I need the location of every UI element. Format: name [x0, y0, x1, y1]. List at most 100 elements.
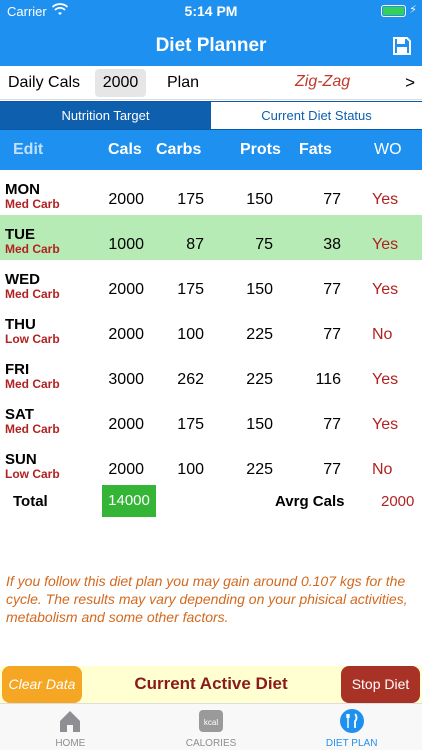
row-fats: 77 — [323, 281, 341, 298]
svg-text:kcal: kcal — [204, 718, 218, 727]
row-day: WED — [5, 271, 40, 288]
row-day: SAT — [5, 406, 34, 423]
row-cals: 2000 — [108, 461, 144, 478]
floppy-disk-icon[interactable] — [392, 36, 412, 56]
tab-label: HOME — [55, 738, 86, 749]
daily-cals-label: Daily Cals — [8, 74, 81, 91]
row-carbs: 175 — [177, 416, 204, 433]
col-wo: WO — [374, 141, 402, 158]
stop-diet-button[interactable]: Stop Diet — [341, 666, 420, 703]
row-carb-type: Med Carb — [5, 377, 60, 391]
clear-data-button[interactable]: Clear Data — [2, 666, 82, 703]
row-carb-type: Med Carb — [5, 422, 60, 436]
row-prots: 150 — [246, 416, 273, 433]
row-fats: 38 — [323, 236, 341, 253]
avg-cals-label: Avrg Cals — [275, 493, 345, 510]
row-fats: 77 — [323, 326, 341, 343]
col-prots: Prots — [240, 141, 281, 158]
tab-nutrition-target[interactable]: Nutrition Target — [0, 102, 211, 129]
edit-button[interactable]: Edit — [13, 141, 43, 159]
row-day: THU — [5, 316, 36, 333]
tab-label: CALORIES — [185, 738, 237, 749]
diet-table: MON Med Carb 2000 175 150 77 Yes TUE Med… — [0, 170, 422, 485]
page-title: Diet Planner — [155, 35, 267, 56]
battery-icon — [381, 5, 406, 17]
col-carbs: Carbs — [156, 141, 202, 158]
settings-row: Daily Cals 2000 Plan Zig-Zag > — [0, 66, 422, 100]
row-day: SUN — [5, 451, 37, 468]
row-carbs: 175 — [177, 191, 204, 208]
col-cals: Cals — [108, 141, 142, 158]
row-carbs: 100 — [177, 326, 204, 343]
row-day: MON — [5, 181, 40, 198]
row-wo: Yes — [372, 191, 399, 208]
row-prots: 75 — [255, 236, 273, 253]
row-carbs: 262 — [177, 371, 204, 388]
row-carb-type: Low Carb — [5, 467, 60, 481]
row-carbs: 87 — [186, 236, 204, 253]
status-bar: Carrier 5:14 PM ⚡ — [0, 0, 422, 22]
plan-label: Plan — [167, 74, 200, 91]
row-cals: 2000 — [108, 416, 144, 433]
status-time: 5:14 PM — [184, 3, 238, 19]
chevron-right-icon[interactable]: > — [405, 73, 415, 93]
row-wo: Yes — [372, 371, 399, 388]
kcal-icon: kcal — [198, 708, 224, 734]
row-wo: Yes — [372, 416, 399, 433]
row-fats: 116 — [315, 371, 341, 388]
row-carb-type: Med Carb — [5, 287, 60, 301]
row-carb-type: Med Carb — [5, 197, 60, 211]
table-row[interactable]: WED Med Carb 2000 175 150 77 Yes — [0, 260, 422, 305]
row-wo: Yes — [372, 236, 399, 253]
table-row[interactable]: FRI Med Carb 3000 262 225 116 Yes — [0, 350, 422, 395]
row-wo: Yes — [372, 281, 399, 298]
col-fats: Fats — [299, 141, 332, 158]
table-row[interactable]: TUE Med Carb 1000 87 75 38 Yes — [0, 215, 422, 260]
fork-knife-icon — [339, 708, 365, 734]
row-wo: No — [372, 326, 393, 343]
row-carb-type: Low Carb — [5, 332, 60, 346]
daily-cals-field[interactable]: 2000 — [95, 69, 146, 97]
row-fats: 77 — [323, 461, 341, 478]
tab-current-diet-status[interactable]: Current Diet Status — [211, 102, 422, 129]
total-label: Total — [13, 493, 48, 510]
row-carb-type: Med Carb — [5, 242, 60, 256]
action-bar: Clear Data Current Active Diet Stop Diet — [0, 666, 422, 703]
row-cals: 1000 — [108, 236, 144, 253]
row-fats: 77 — [323, 416, 341, 433]
row-fats: 77 — [323, 191, 341, 208]
tab-home[interactable]: HOME — [0, 704, 141, 750]
row-cals: 2000 — [108, 326, 144, 343]
row-wo: No — [372, 461, 393, 478]
row-prots: 150 — [246, 191, 273, 208]
tab-calories[interactable]: kcal CALORIES — [141, 704, 282, 750]
row-cals: 2000 — [108, 281, 144, 298]
table-row[interactable]: MON Med Carb 2000 175 150 77 Yes — [0, 170, 422, 215]
table-row[interactable]: SAT Med Carb 2000 175 150 77 Yes — [0, 395, 422, 440]
current-active-diet-label: Current Active Diet — [134, 674, 288, 693]
plan-value[interactable]: Zig-Zag — [295, 73, 350, 91]
table-header: Edit Cals Carbs Prots Fats WO — [0, 130, 422, 170]
table-row[interactable]: THU Low Carb 2000 100 225 77 No — [0, 305, 422, 350]
row-prots: 225 — [246, 326, 273, 343]
row-carbs: 100 — [177, 461, 204, 478]
row-cals: 3000 — [108, 371, 144, 388]
tab-diet-plan[interactable]: DIET PLAN — [281, 704, 422, 750]
view-segment: Nutrition Target Current Diet Status — [0, 101, 422, 130]
top-bar: Carrier 5:14 PM ⚡ Diet Planner — [0, 0, 422, 66]
total-row: Total 14000 Avrg Cals 2000 — [0, 485, 422, 517]
total-cals-badge: 14000 — [102, 485, 156, 517]
avg-cals-value: 2000 — [381, 493, 415, 510]
tab-label: DIET PLAN — [325, 738, 378, 749]
result-note: If you follow this diet plan you may gai… — [6, 573, 408, 625]
row-day: FRI — [5, 361, 30, 378]
row-carbs: 175 — [177, 281, 204, 298]
row-cals: 2000 — [108, 191, 144, 208]
row-day: TUE — [5, 226, 35, 243]
home-icon — [57, 708, 83, 734]
row-prots: 225 — [246, 371, 273, 388]
table-row[interactable]: SUN Low Carb 2000 100 225 77 No — [0, 440, 422, 485]
tab-bar: HOME kcal CALORIES DIET PLAN — [0, 703, 422, 750]
row-prots: 150 — [246, 281, 273, 298]
charging-icon: ⚡ — [409, 4, 417, 16]
